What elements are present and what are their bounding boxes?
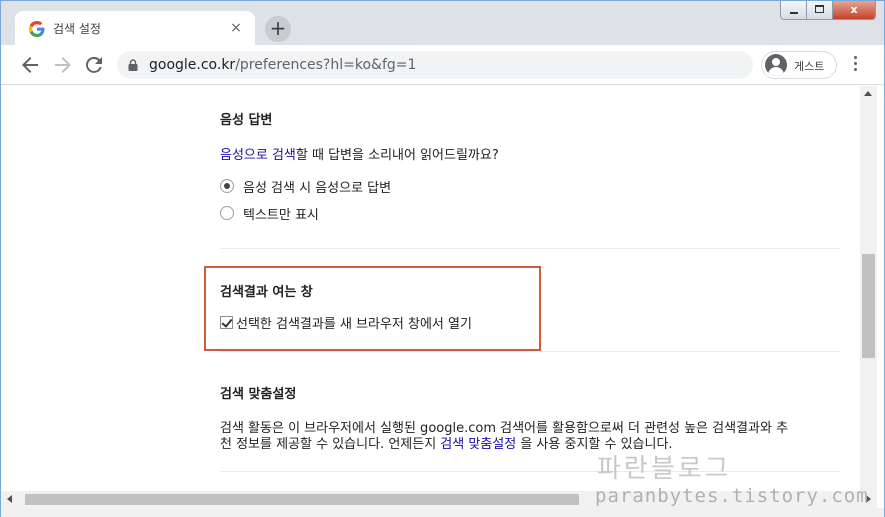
reload-icon[interactable]	[82, 53, 106, 77]
radio-text-only[interactable]: 텍스트만 표시	[220, 204, 319, 223]
title-bar: 검색 설정 × + x	[1, 1, 884, 45]
profile-label: 게스트	[794, 60, 825, 73]
url-host: google.co.kr	[149, 57, 236, 73]
horizontal-scroll-thumb[interactable]	[25, 494, 579, 505]
close-window-button[interactable]: x	[833, 1, 875, 19]
voice-search-link[interactable]: 음성으로 검색	[220, 148, 296, 163]
lock-icon	[128, 59, 138, 71]
section-divider	[220, 248, 840, 249]
watermark-korean: 파란블로그	[597, 454, 732, 484]
radio-label: 텍스트만 표시	[243, 207, 319, 223]
highlight-annotation-box	[204, 266, 541, 351]
radio-label: 음성 검색 시 음성으로 답변	[243, 180, 392, 196]
voice-answers-description-text: 할 때 답변을 소리내어 읽어드릴까요?	[295, 148, 499, 163]
forward-arrow-icon[interactable]	[51, 53, 75, 77]
guest-profile-button[interactable]: 게스트	[761, 51, 837, 79]
radio-button[interactable]	[220, 206, 234, 220]
tab-title: 검색 설정	[53, 22, 101, 36]
section-divider	[220, 351, 840, 352]
radio-voice-answer[interactable]: 음성 검색 시 음성으로 답변	[220, 177, 392, 196]
page-content: 음성 답변 음성으로 검색할 때 답변을 소리내어 읽어드릴까요? 음성 검색 …	[1, 86, 860, 491]
maximize-button[interactable]	[807, 1, 833, 19]
tab-search-settings[interactable]: 검색 설정 ×	[15, 11, 255, 45]
window-controls: x	[780, 1, 876, 20]
radio-button-selected[interactable]	[220, 179, 234, 193]
menu-kebab-icon[interactable]	[847, 56, 863, 74]
avatar-icon	[765, 54, 787, 76]
search-personalization-link[interactable]: 검색 맞춤설정	[440, 437, 516, 452]
voice-answers-description: 음성으로 검색할 때 답변을 소리내어 읽어드릴까요?	[220, 144, 499, 163]
scroll-left-arrow-icon[interactable]	[7, 495, 12, 503]
new-tab-button[interactable]: +	[265, 16, 291, 42]
status-bar	[1, 508, 884, 517]
watermark-url: paranbytes.tistory.com	[595, 485, 869, 507]
back-arrow-icon[interactable]	[18, 53, 42, 77]
browser-toolbar: google.co.kr/preferences?hl=ko&fg=1 게스트	[1, 45, 884, 85]
minimize-button[interactable]	[781, 1, 807, 19]
minimize-icon	[790, 12, 798, 14]
vertical-scroll-thumb[interactable]	[862, 254, 875, 358]
url-path: /preferences?hl=ko&fg=1	[235, 57, 417, 73]
section-divider	[220, 471, 840, 472]
personalization-title: 검색 맞춤설정	[220, 387, 297, 402]
maximize-icon	[815, 5, 824, 13]
description-text: 천 정보를 제공할 수 있습니다. 언제든지	[220, 437, 441, 452]
google-favicon-icon	[29, 21, 45, 37]
vertical-scrollbar[interactable]	[860, 86, 877, 491]
voice-answers-title: 음성 답변	[220, 113, 273, 128]
address-bar[interactable]: google.co.kr/preferences?hl=ko&fg=1	[117, 51, 753, 79]
scroll-up-arrow-icon[interactable]	[864, 91, 872, 96]
url-text: google.co.kr/preferences?hl=ko&fg=1	[149, 57, 416, 73]
browser-window: 검색 설정 × + x google.co.kr/preferences?hl=…	[0, 0, 885, 517]
tab-close-icon[interactable]: ×	[227, 19, 245, 37]
